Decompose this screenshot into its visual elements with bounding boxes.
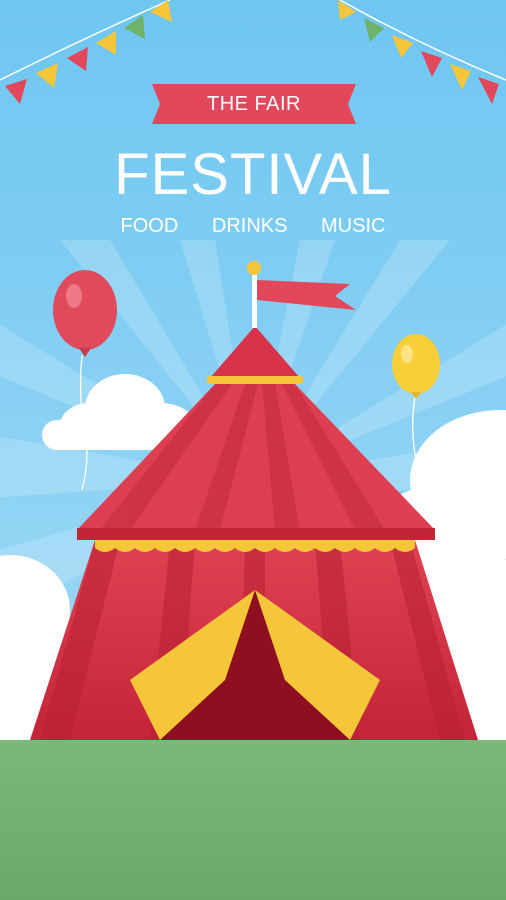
tagline-row: FOOD DRINKS MUSIC [0, 212, 506, 240]
grass-ground [0, 740, 506, 900]
flag-pole [252, 272, 257, 328]
tagline-music: MUSIC [321, 215, 386, 237]
scene-illustration [0, 0, 506, 900]
fair-label: THE FAIR [206, 93, 301, 115]
festival-poster: THE FAIR FESTIVAL FOOD DRINKS MUSIC [0, 0, 506, 900]
festival-title: FESTIVAL [114, 142, 392, 207]
tagline-food: FOOD [120, 215, 179, 237]
tagline-drinks: DRINKS [211, 215, 288, 237]
